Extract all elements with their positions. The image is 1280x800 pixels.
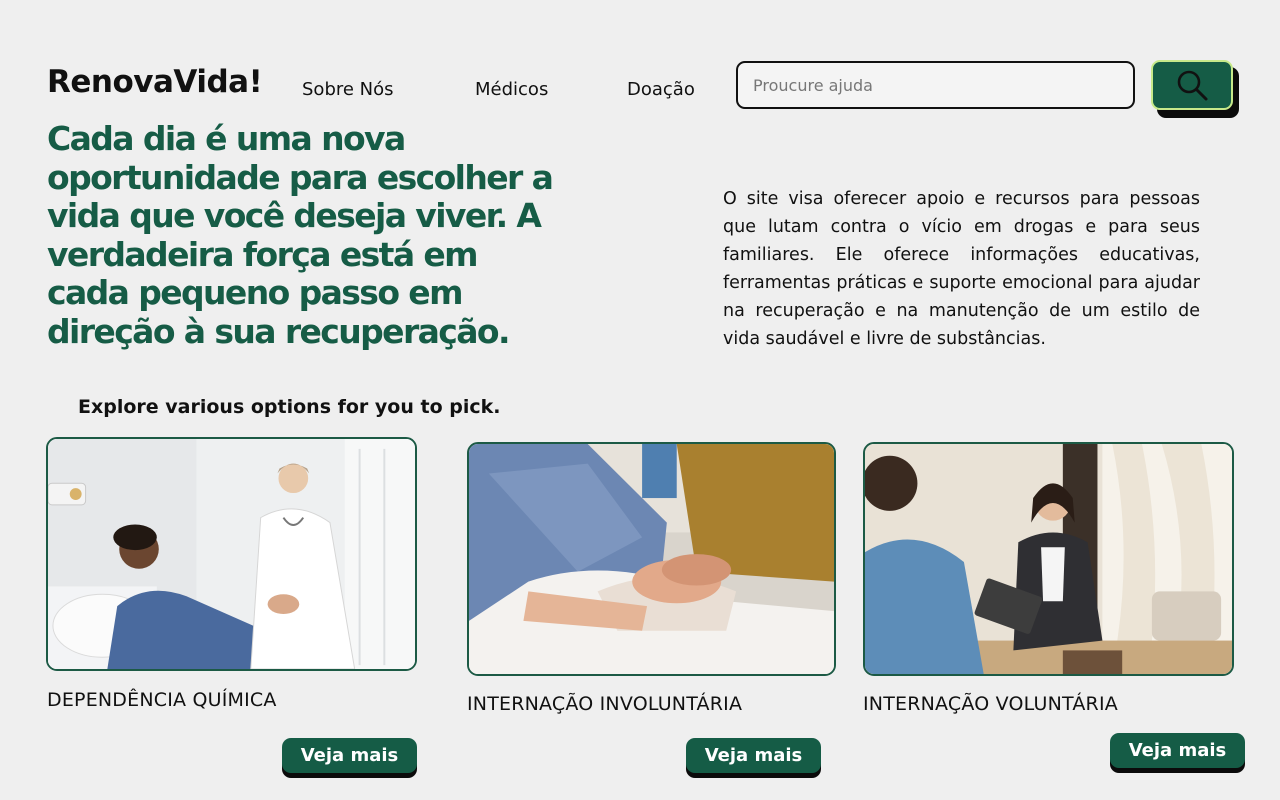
card-title-internacao-involuntaria: INTERNAÇÃO INVOLUNTÁRIA <box>467 693 743 715</box>
card-title-internacao-voluntaria: INTERNAÇÃO VOLUNTÁRIA <box>863 693 1118 715</box>
options-heading: Explore various options for you to pick. <box>78 396 501 418</box>
card-image-dependencia-quimica[interactable] <box>46 437 417 671</box>
veja-mais-button-1[interactable]: Veja mais <box>282 738 417 773</box>
search-input[interactable] <box>736 61 1135 109</box>
veja-mais-button-2[interactable]: Veja mais <box>686 738 821 773</box>
card-title-dependencia-quimica: DEPENDÊNCIA QUÍMICA <box>47 689 277 711</box>
card-image-internacao-involuntaria[interactable] <box>467 442 836 676</box>
card-image-internacao-voluntaria[interactable] <box>863 442 1234 676</box>
veja-mais-button-3[interactable]: Veja mais <box>1110 733 1245 768</box>
hero-headline: Cada dia é uma nova oportunidade para es… <box>47 119 554 351</box>
site-description: O site visa oferecer apoio e recursos pa… <box>723 189 1200 349</box>
nav-doacao[interactable]: Doação <box>627 79 695 100</box>
site-logo[interactable]: RenovaVida! <box>47 64 263 100</box>
search-icon <box>1175 68 1209 102</box>
nav-sobre-nos[interactable]: Sobre Nós <box>302 79 394 100</box>
search-button[interactable] <box>1151 60 1233 110</box>
nav-medicos[interactable]: Médicos <box>475 79 548 100</box>
